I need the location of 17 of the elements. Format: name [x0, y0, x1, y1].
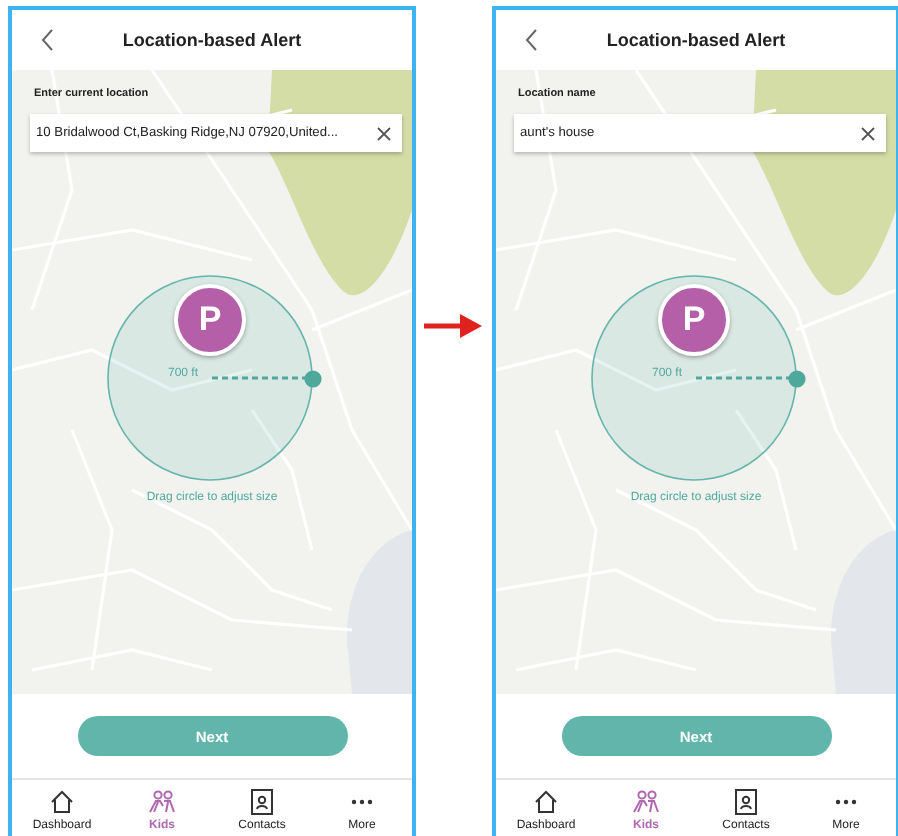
people-icon: [148, 788, 176, 816]
resize-handle[interactable]: [788, 369, 806, 387]
contact-card-icon: [248, 788, 276, 816]
people-icon: [632, 788, 660, 816]
radius-line: [696, 374, 792, 382]
home-icon: [48, 788, 76, 816]
screen-title: Location-based Alert: [122, 30, 302, 50]
back-icon[interactable]: [524, 28, 540, 52]
home-icon: [532, 788, 560, 816]
close-icon[interactable]: [860, 125, 876, 141]
screen-title: Location-based Alert: [606, 30, 786, 50]
back-icon[interactable]: [40, 28, 56, 52]
close-icon[interactable]: [376, 125, 392, 141]
resize-handle[interactable]: [304, 369, 322, 387]
right-arrow: [424, 314, 482, 338]
radius-line: [212, 374, 308, 382]
contact-card-icon: [732, 788, 760, 816]
